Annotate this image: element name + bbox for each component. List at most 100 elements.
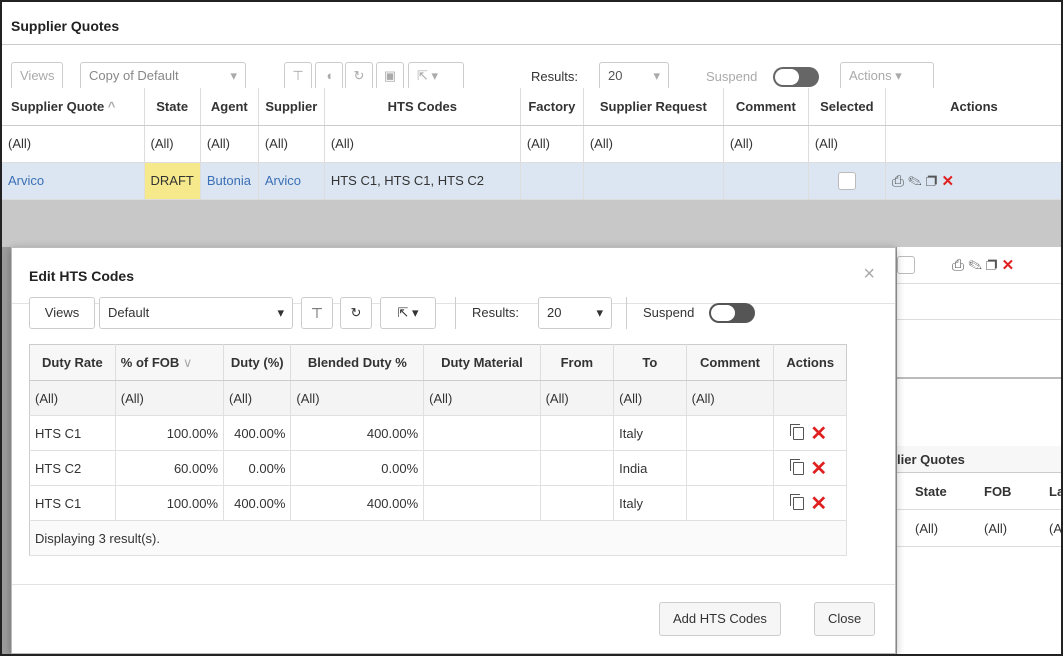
- hts-codes-cell[interactable]: HTS C1, HTS C1, HTS C2: [324, 162, 521, 200]
- copy-icon[interactable]: [790, 423, 805, 440]
- duty-material-cell[interactable]: [423, 450, 541, 486]
- table-row[interactable]: HTS C1 100.00% 400.00% 400.00% Italy ✕: [29, 415, 847, 451]
- column-header[interactable]: Supplier: [258, 88, 325, 126]
- supplier-request-cell[interactable]: [583, 162, 724, 200]
- filter-cell[interactable]: (All): [144, 125, 201, 163]
- column-header[interactable]: % of FOB ∨: [115, 344, 225, 381]
- bg-suspend-toggle[interactable]: [773, 67, 819, 87]
- to-cell[interactable]: India: [613, 450, 687, 486]
- clear-filter-icon[interactable]: ⊤: [301, 297, 333, 329]
- table-row[interactable]: HTS C2 60.00% 0.00% 0.00% India ✕: [29, 450, 847, 486]
- edit-icon[interactable]: ✎: [908, 173, 922, 190]
- column-header[interactable]: State: [144, 88, 201, 126]
- close-button[interactable]: Close: [814, 602, 876, 636]
- column-header[interactable]: Comment: [723, 88, 809, 126]
- table-row[interactable]: HTS C1 100.00% 400.00% 400.00% Italy ✕: [29, 485, 847, 521]
- filter-cell[interactable]: (All): [915, 521, 938, 536]
- column-header[interactable]: To: [613, 344, 687, 381]
- filter-cell[interactable]: (All): [583, 125, 724, 163]
- refresh-icon[interactable]: ↻: [340, 297, 372, 329]
- delete-icon[interactable]: ✕: [941, 173, 954, 190]
- filter-cell[interactable]: (All): [723, 125, 809, 163]
- pdf-icon[interactable]: ⎙: [952, 257, 964, 274]
- table-row[interactable]: Arvico DRAFT Butonia Arvico HTS C1, HTS …: [2, 162, 1061, 200]
- filter-cell[interactable]: (All): [2, 125, 145, 163]
- to-cell[interactable]: Italy: [613, 415, 687, 451]
- duty-cell[interactable]: 0.00%: [223, 450, 292, 486]
- filter-cell[interactable]: (All): [324, 125, 521, 163]
- comment-cell[interactable]: [723, 162, 809, 200]
- column-header[interactable]: Duty Material: [423, 344, 541, 381]
- copy-icon[interactable]: [790, 493, 805, 510]
- column-header[interactable]: From: [540, 344, 615, 381]
- delete-icon[interactable]: ✕: [810, 423, 827, 445]
- column-header[interactable]: Blended Duty %: [290, 344, 425, 381]
- pdf-icon[interactable]: ⎙: [892, 173, 904, 190]
- filter-cell[interactable]: (A: [1049, 521, 1061, 536]
- filter-cell[interactable]: (All): [984, 521, 1007, 536]
- supplier-quote-link[interactable]: Arvico: [2, 162, 145, 200]
- column-header[interactable]: La: [1049, 484, 1061, 499]
- edit-icon[interactable]: ✎: [968, 257, 982, 274]
- sort-asc-icon: ^: [107, 98, 116, 114]
- column-header[interactable]: Supplier Quote ^: [2, 88, 145, 126]
- from-cell[interactable]: [540, 415, 615, 451]
- filter-cell[interactable]: (All): [290, 380, 425, 416]
- filter-cell[interactable]: (All): [258, 125, 325, 163]
- from-cell[interactable]: [540, 485, 615, 521]
- filter-cell[interactable]: (All): [29, 380, 116, 416]
- duty-rate-cell[interactable]: HTS C2: [29, 450, 116, 486]
- export-icon[interactable]: ⇱ ▾: [380, 297, 436, 329]
- suspend-toggle[interactable]: [709, 303, 755, 323]
- view-select[interactable]: Default ▾: [99, 297, 293, 329]
- filter-cell[interactable]: (All): [223, 380, 292, 416]
- selected-checkbox[interactable]: [897, 256, 915, 274]
- column-header[interactable]: Factory: [520, 88, 584, 126]
- delete-icon[interactable]: ✕: [1002, 257, 1015, 274]
- comment-cell[interactable]: [686, 450, 775, 486]
- duty-material-cell[interactable]: [423, 485, 541, 521]
- supplier-link[interactable]: Arvico: [258, 162, 325, 200]
- column-header[interactable]: Duty Rate: [29, 344, 116, 381]
- selected-checkbox[interactable]: [837, 171, 856, 190]
- agent-link[interactable]: Butonia: [200, 162, 259, 200]
- factory-cell[interactable]: [520, 162, 584, 200]
- views-button[interactable]: Views: [29, 297, 95, 329]
- add-hts-codes-button[interactable]: Add HTS Codes: [659, 602, 781, 636]
- to-cell[interactable]: Italy: [613, 485, 687, 521]
- column-header[interactable]: Supplier Request: [583, 88, 724, 126]
- filter-cell[interactable]: (All): [520, 125, 584, 163]
- duty-material-cell[interactable]: [423, 415, 541, 451]
- pct-fob-cell[interactable]: 100.00%: [115, 485, 225, 521]
- filter-cell[interactable]: (All): [200, 125, 259, 163]
- filter-cell[interactable]: (All): [613, 380, 687, 416]
- copy-icon[interactable]: ❐: [986, 257, 997, 274]
- close-icon[interactable]: ×: [863, 263, 875, 286]
- column-header[interactable]: HTS Codes: [324, 88, 521, 126]
- from-cell[interactable]: [540, 450, 615, 486]
- delete-icon[interactable]: ✕: [810, 458, 827, 480]
- copy-icon[interactable]: [790, 458, 805, 475]
- comment-cell[interactable]: [686, 415, 775, 451]
- filter-cell[interactable]: (All): [423, 380, 541, 416]
- column-header[interactable]: Agent: [200, 88, 259, 126]
- delete-icon[interactable]: ✕: [810, 493, 827, 515]
- comment-cell[interactable]: [686, 485, 775, 521]
- pct-fob-cell[interactable]: 60.00%: [115, 450, 225, 486]
- results-select[interactable]: 20 ▾: [538, 297, 612, 329]
- duty-rate-cell[interactable]: HTS C1: [29, 485, 116, 521]
- duty-rate-cell[interactable]: HTS C1: [29, 415, 116, 451]
- copy-icon[interactable]: ❐: [926, 173, 937, 190]
- filter-cell[interactable]: (All): [540, 380, 615, 416]
- column-header[interactable]: FOB: [984, 484, 1011, 499]
- column-header[interactable]: State: [915, 484, 947, 499]
- pct-fob-cell[interactable]: 100.00%: [115, 415, 225, 451]
- column-header[interactable]: Duty (%): [223, 344, 292, 381]
- duty-cell[interactable]: 400.00%: [223, 415, 292, 451]
- filter-cell[interactable]: (All): [686, 380, 775, 416]
- filter-cell[interactable]: (All): [808, 125, 886, 163]
- column-header[interactable]: Comment: [686, 344, 775, 381]
- duty-cell[interactable]: 400.00%: [223, 485, 292, 521]
- filter-cell[interactable]: (All): [115, 380, 225, 416]
- column-header[interactable]: Selected: [808, 88, 886, 126]
